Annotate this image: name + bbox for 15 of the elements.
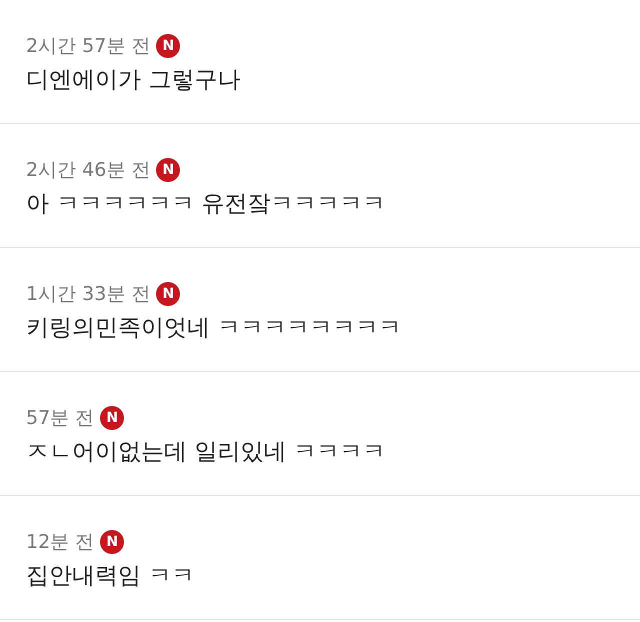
new-badge: N (156, 34, 180, 58)
new-badge: N (156, 158, 180, 182)
comment-text: 키링의민족이엇네 ㅋㅋㅋㅋㅋㅋㅋㅋ (26, 314, 402, 343)
comment-text: 집안내력임 ㅋㅋ (26, 562, 196, 591)
comment-time: 57분 전 (26, 406, 94, 431)
comment-time: 12분 전 (26, 530, 94, 555)
comment-time: 2시간 46분 전 (26, 158, 150, 183)
comment-text: ㅈㄴ어이없는데 일리있네 ㅋㅋㅋㅋ (26, 438, 387, 467)
new-badge: N (100, 406, 124, 430)
comment-text: 디엔에이가 그렇구나 (26, 66, 242, 95)
new-badge: N (156, 282, 180, 306)
comment-time: 2시간 57분 전 (26, 34, 150, 59)
comment-time: 1시간 33분 전 (26, 282, 150, 307)
new-badge: N (100, 530, 124, 554)
comment-text: 아 ㅋㅋㅋㅋㅋㅋ 유전잨ㅋㅋㅋㅋㅋ (26, 190, 387, 219)
